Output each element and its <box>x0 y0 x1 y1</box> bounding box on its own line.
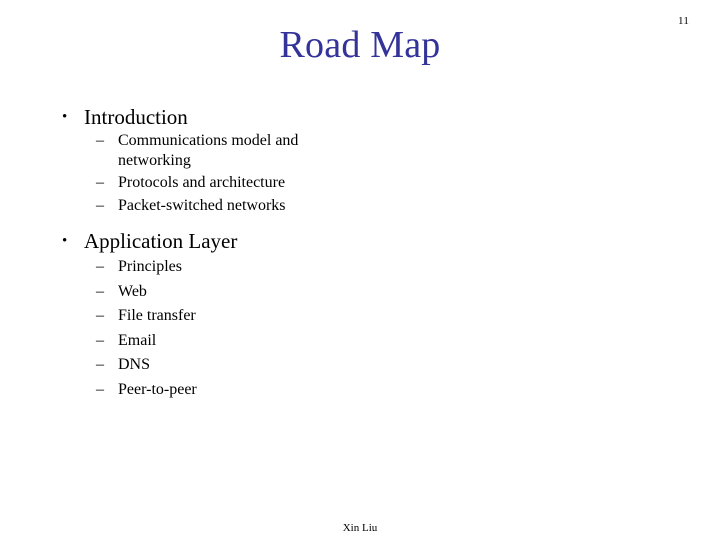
bullet-dash-icon: – <box>96 356 104 373</box>
list-item: – Protocols and architecture <box>58 173 378 193</box>
bullet-dot-icon: • <box>62 109 68 125</box>
bullet-dash-icon: – <box>96 258 104 275</box>
list-item: – Packet-switched networks <box>58 196 378 216</box>
slide-body: • Introduction – Communications model an… <box>58 104 378 399</box>
bullet-dash-icon: – <box>96 380 104 398</box>
bullet-dash-icon: – <box>96 132 104 149</box>
list-item: – Communications model and networking <box>58 131 378 170</box>
list-item-label: Principles <box>118 258 182 275</box>
list-item: – Principles <box>58 257 378 277</box>
list-item-label: Communications model and networking <box>118 132 299 169</box>
bullet-introduction: • Introduction <box>58 104 378 130</box>
sublist-introduction: – Communications model and networking – … <box>58 131 378 215</box>
bullet-dash-icon: – <box>96 174 104 191</box>
bullet-dash-icon: – <box>96 282 104 300</box>
list-item-label: Email <box>118 331 157 349</box>
topic-group-introduction: • Introduction – Communications model an… <box>58 104 378 215</box>
sublist-application-layer: – Principles – Web – File transfer – Ema… <box>58 257 378 399</box>
list-item: – Peer-to-peer <box>58 380 378 400</box>
topic-group-application-layer: • Application Layer – Principles – Web –… <box>58 228 378 399</box>
bullet-application-layer-label: Application Layer <box>84 229 238 253</box>
list-item-label: Packet-switched networks <box>118 196 286 214</box>
bullet-dot-icon: • <box>62 233 68 249</box>
bullet-dash-icon: – <box>96 331 104 349</box>
bullet-dash-icon: – <box>96 307 104 324</box>
list-item-label: Web <box>118 282 147 300</box>
slide-canvas: 11 Road Map • Introduction – Communicati… <box>0 0 720 540</box>
list-item: – File transfer <box>58 306 378 326</box>
bullet-introduction-label: Introduction <box>84 105 188 129</box>
list-item: – Email <box>58 331 378 351</box>
list-item-label: Peer-to-peer <box>118 380 197 398</box>
page-title: Road Map <box>279 24 441 66</box>
list-item-label: Protocols and architecture <box>118 174 286 191</box>
bullet-application-layer: • Application Layer <box>58 228 378 254</box>
slide-footer: Xin Liu <box>342 522 378 534</box>
list-item: – DNS <box>58 355 378 375</box>
list-item: – Web <box>58 282 378 302</box>
list-item-label: File transfer <box>118 307 196 324</box>
bullet-dash-icon: – <box>96 196 104 214</box>
list-item-label: DNS <box>118 356 151 373</box>
